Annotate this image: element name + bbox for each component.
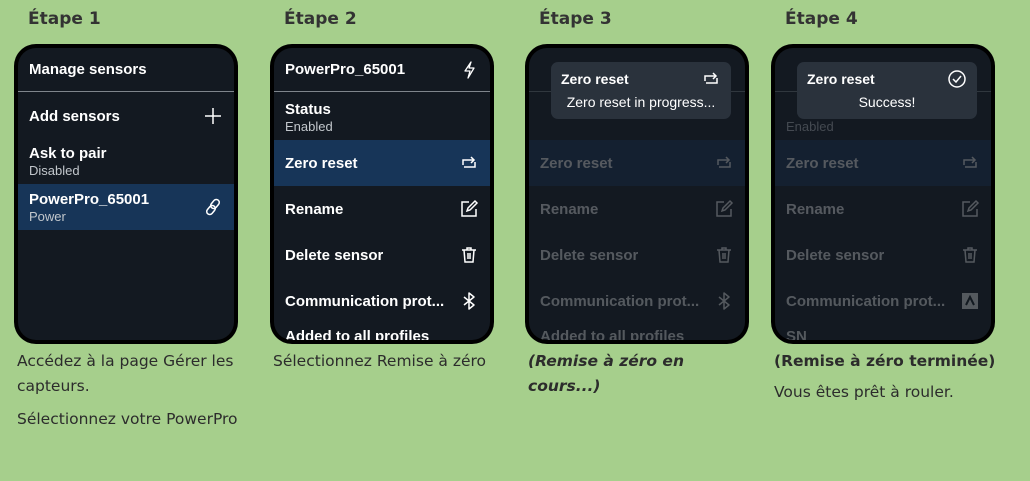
- caption: Sélectionnez Remise à zéro: [273, 352, 487, 370]
- rename-item: Rename: [529, 186, 745, 232]
- ask-to-pair-item[interactable]: Ask to pair Disabled: [18, 138, 234, 184]
- delete-sensor-item: Delete sensor: [775, 232, 991, 278]
- device-screen: Zero reset Rename Delete sensor Communic…: [529, 48, 745, 340]
- step-1: Étape 1 Manage sensors Add sensors Ask t…: [14, 0, 244, 481]
- step-title: Étape 3: [539, 9, 612, 29]
- reset-icon: [714, 153, 734, 173]
- zero-reset-toast: Zero reset Zero reset in progress...: [551, 62, 731, 119]
- step-2: Étape 2 PowerPro_65001 Status Enabled Ze…: [270, 0, 500, 481]
- status-item[interactable]: Status Enabled: [274, 94, 490, 140]
- toast-message: Zero reset in progress...: [566, 94, 716, 110]
- device-screen: PowerPro_65001 Status Enabled Zero reset: [274, 48, 490, 340]
- bluetooth-icon: [459, 291, 479, 311]
- link-icon: [203, 197, 223, 217]
- reset-icon: [960, 153, 980, 173]
- device-frame: PowerPro_65001 Status Enabled Zero reset: [270, 44, 494, 344]
- caption: (Remise à zéro en cours...): [528, 352, 684, 395]
- reset-icon: [701, 69, 721, 89]
- device-frame: Zero reset Rename Delete sensor Communic…: [525, 44, 749, 344]
- instruction-graphic: { "steps": [ { "title": "Étape 1", "scre…: [0, 0, 1030, 481]
- rename-item[interactable]: Rename: [274, 186, 490, 232]
- device-screen: Enabled Zero reset Rename Delete sensor …: [775, 48, 991, 340]
- delete-sensor-item: Delete sensor: [529, 232, 745, 278]
- added-to-profiles-item[interactable]: Added to all profiles: [274, 324, 490, 340]
- sn-item: SN: [786, 328, 807, 340]
- caption: Accédez à la page Gérer les capteurs. Sé…: [17, 352, 238, 428]
- communication-protocol-item: Communication prot...: [529, 278, 745, 324]
- communication-protocol-item[interactable]: Communication prot...: [274, 278, 490, 324]
- device-screen: Manage sensors Add sensors Ask to pair D…: [18, 48, 234, 340]
- rename-item: Rename: [775, 186, 991, 232]
- device-frame: Manage sensors Add sensors Ask to pair D…: [14, 44, 238, 344]
- device-frame: Enabled Zero reset Rename Delete sensor …: [771, 44, 995, 344]
- ant-protocol-icon: [960, 291, 980, 311]
- check-circle-icon: [947, 69, 967, 89]
- zero-reset-toast: Zero reset Success!: [797, 62, 977, 119]
- added-to-profiles-item: Added to all profiles: [540, 328, 685, 340]
- trash-icon: [714, 245, 734, 265]
- edit-icon: [960, 199, 980, 219]
- toast-title: Zero reset: [807, 71, 875, 87]
- screen-header: PowerPro_65001: [274, 48, 490, 92]
- power-bolt-icon: [459, 60, 479, 80]
- step-title: Étape 1: [28, 9, 101, 29]
- edit-icon: [714, 199, 734, 219]
- toast-message: Success!: [858, 94, 916, 110]
- delete-sensor-item[interactable]: Delete sensor: [274, 232, 490, 278]
- plus-icon: [203, 106, 223, 126]
- toast-title: Zero reset: [561, 71, 629, 87]
- bluetooth-icon: [714, 291, 734, 311]
- trash-icon: [960, 245, 980, 265]
- edit-icon: [459, 199, 479, 219]
- step-3: Étape 3 Zero reset Rename Delete sensor …: [525, 0, 755, 481]
- step-title: Étape 4: [785, 9, 858, 29]
- sensor-item-powerpro[interactable]: PowerPro_65001 Power: [18, 184, 234, 230]
- zero-reset-item[interactable]: Zero reset: [274, 140, 490, 186]
- screen-header: Manage sensors: [18, 48, 234, 92]
- zero-reset-item: Zero reset: [775, 140, 991, 186]
- add-sensors-item[interactable]: Add sensors: [18, 94, 234, 138]
- caption: (Remise à zéro terminée) Vous êtes prêt …: [774, 352, 996, 401]
- trash-icon: [459, 245, 479, 265]
- reset-icon: [459, 153, 479, 173]
- step-4: Étape 4 Enabled Zero reset Rename Delete…: [771, 0, 1021, 481]
- zero-reset-item: Zero reset: [529, 140, 745, 186]
- communication-protocol-item: Communication prot...: [775, 278, 991, 324]
- step-title: Étape 2: [284, 9, 357, 29]
